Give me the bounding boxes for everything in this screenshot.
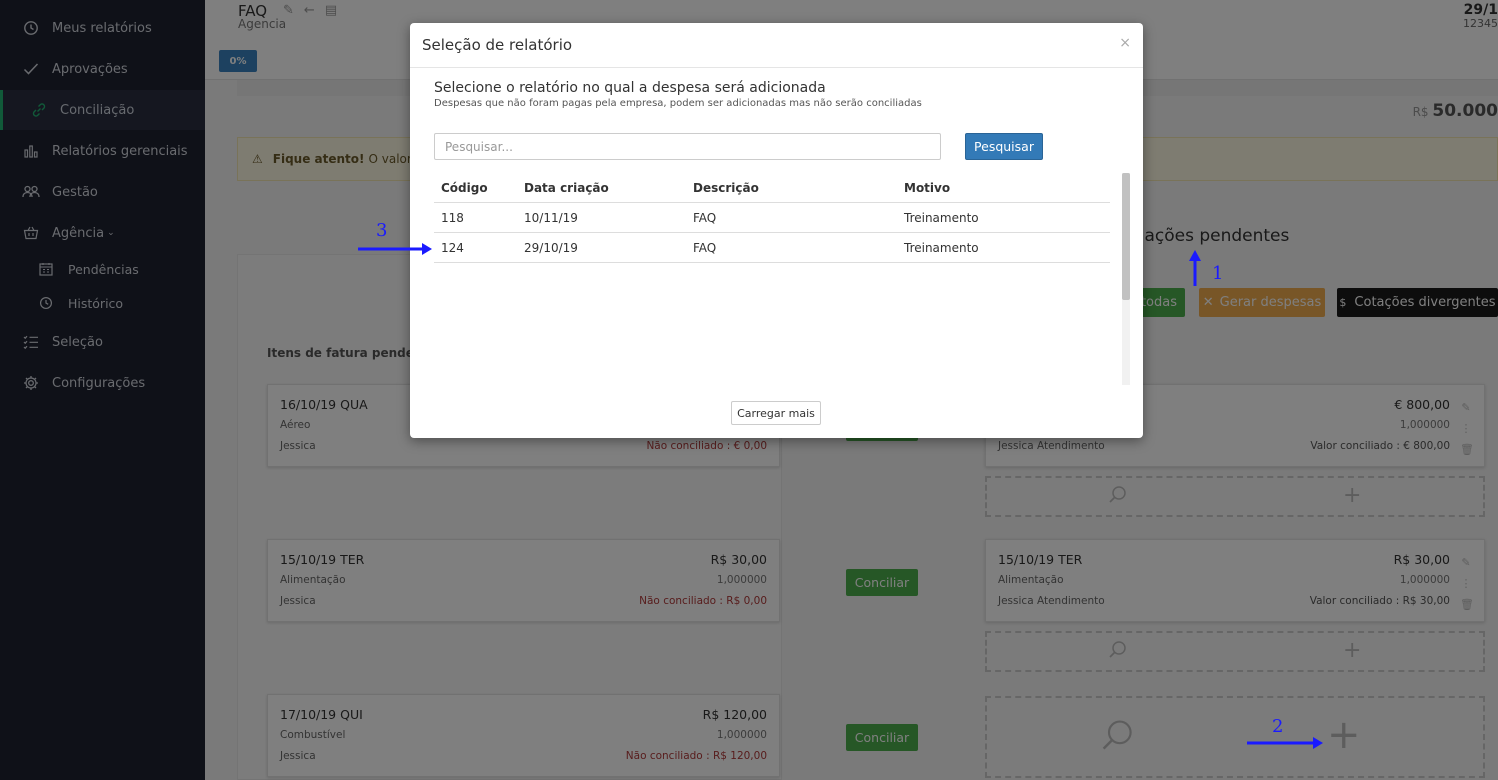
column-header: Data criação xyxy=(524,180,609,195)
annotation-number: 3 xyxy=(376,220,388,241)
column-header: Descrição xyxy=(693,180,759,195)
table-cell: 10/11/19 xyxy=(524,210,578,225)
arrow-right-icon xyxy=(358,243,432,255)
search-input[interactable] xyxy=(434,133,941,160)
arrow-right-icon xyxy=(1247,737,1323,749)
table-row[interactable]: 124 29/10/19 FAQ Treinamento xyxy=(434,233,1110,263)
arrow-up-icon xyxy=(1189,250,1201,286)
table-cell: FAQ xyxy=(693,240,717,255)
scroll-thumb[interactable] xyxy=(1122,173,1130,300)
modal-header: Seleção de relatório × xyxy=(410,23,1143,68)
table-cell: Treinamento xyxy=(904,240,979,255)
load-more-button[interactable]: Carregar mais xyxy=(731,401,821,425)
modal-heading: Selecione o relatório no qual a despesa … xyxy=(434,80,826,96)
table-row[interactable]: 118 10/11/19 FAQ Treinamento xyxy=(434,203,1110,233)
table-header: Código Data criação Descrição Motivo xyxy=(434,173,1110,203)
table-cell: FAQ xyxy=(693,210,717,225)
reports-table: Código Data criação Descrição Motivo 118… xyxy=(434,173,1110,263)
table-cell: 124 xyxy=(441,240,464,255)
search-button[interactable]: Pesquisar xyxy=(965,133,1043,160)
report-selection-modal: Seleção de relatório × Selecione o relat… xyxy=(410,23,1143,438)
modal-subheading: Despesas que não foram pagas pela empres… xyxy=(434,98,922,109)
column-header: Código xyxy=(441,180,488,195)
close-icon[interactable]: × xyxy=(1119,35,1131,51)
scrollbar[interactable] xyxy=(1122,173,1130,385)
column-header: Motivo xyxy=(904,180,951,195)
modal-title: Seleção de relatório xyxy=(422,36,573,54)
table-cell: 29/10/19 xyxy=(524,240,578,255)
annotation-number: 1 xyxy=(1212,263,1224,284)
table-cell: Treinamento xyxy=(904,210,979,225)
table-cell: 118 xyxy=(441,210,464,225)
